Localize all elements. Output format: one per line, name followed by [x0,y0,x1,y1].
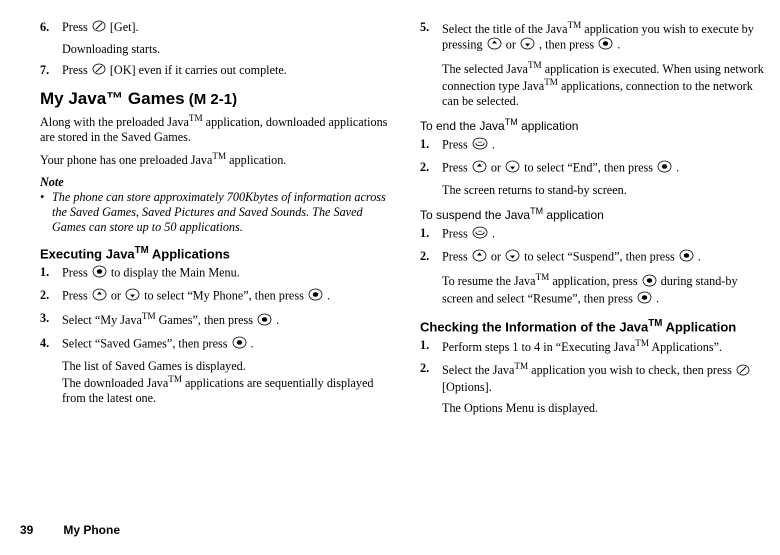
trademark: TM [505,117,518,127]
step-6: 6. Press [Get]. [40,20,390,36]
center-key-icon [637,291,652,308]
intro-paragraph: Along with the preloaded JavaTM applicat… [40,113,390,145]
suspend-step-2: 2. Press or to select “Suspend”, then pr… [420,249,770,266]
down-key-icon [125,288,140,305]
subsection-title: To suspend the JavaTM application [420,206,770,222]
trademark: TM [135,245,149,256]
step-text: Press [62,63,91,77]
note-body: • The phone can store approximately 700K… [40,190,390,235]
subsection-title: To end the JavaTM application [420,117,770,133]
up-key-icon [487,37,502,54]
subsection-title: Executing JavaTM Applications [40,245,390,261]
up-key-icon [472,160,487,177]
section-title: My Java™ Games (M 2-1) [40,89,390,109]
trademark: TM [212,151,226,161]
step-number: 5. [420,20,442,54]
check-step-1: 1. Perform steps 1 to 4 in “Executing Ja… [420,338,770,355]
softkey-right-icon [92,20,106,36]
softkey-right-icon [92,63,106,79]
step-subtext: The list of Saved Games is displayed. Th… [62,359,390,406]
up-key-icon [472,249,487,266]
trademark: TM [536,272,550,282]
trademark: ™ [106,89,123,108]
step-number: 2. [420,249,442,266]
step-number: 7. [40,63,62,79]
step-number: 3. [40,311,62,330]
center-key-icon [308,288,323,305]
center-key-icon [92,265,107,282]
menu-reference: (M 2-1) [185,91,238,108]
center-key-icon [598,37,613,54]
left-column: 6. Press [Get]. Downloading starts. 7. P… [40,20,390,412]
center-key-icon [657,160,672,177]
trademark: TM [635,338,649,348]
step-subtext: The screen returns to stand-by screen. [442,183,770,198]
trademark: TM [544,77,558,87]
trademark: TM [142,311,156,321]
step-7: 7. Press [OK] even if it carries out com… [40,63,390,79]
step-text: Press [62,20,91,34]
step-subtext: Downloading starts. [62,42,390,57]
center-key-icon [679,249,694,266]
trademark: TM [514,361,528,371]
up-key-icon [92,288,107,305]
page-footer: 39 My Phone [20,523,120,537]
exec-step-2: 2. Press or to select “My Phone”, then p… [40,288,390,305]
softkey-right-icon [736,364,750,380]
intro-paragraph: Your phone has one preloaded JavaTM appl… [40,151,390,168]
step-text: [Get]. [110,20,139,34]
right-column: 5. Select the title of the JavaTM applic… [420,20,770,422]
exec-step-3: 3. Select “My JavaTM Games”, then press … [40,311,390,330]
step-number: 1. [420,226,442,243]
step-number: 1. [420,137,442,154]
step-subtext: The Options Menu is displayed. [442,401,770,416]
step-subtext: The selected JavaTM application is execu… [442,60,770,109]
suspend-step-1: 1. Press . [420,226,770,243]
note-heading: Note [40,175,390,190]
end-step-1: 1. Press . [420,137,770,154]
step-number: 2. [420,361,442,394]
footer-section: My Phone [63,523,120,537]
step-number: 2. [40,288,62,305]
trademark: TM [530,206,543,216]
trademark: TM [189,113,203,123]
down-key-icon [520,37,535,54]
end-key-icon [472,137,488,154]
step-number: 2. [420,160,442,177]
check-step-2: 2. Select the JavaTM application you wis… [420,361,770,394]
step-number: 4. [40,336,62,353]
exec-step-1: 1. Press to display the Main Menu. [40,265,390,282]
end-step-2: 2. Press or to select “End”, then press … [420,160,770,177]
trademark: TM [528,60,542,70]
center-key-icon [232,336,247,353]
step-subtext: To resume the JavaTM application, press … [442,272,770,308]
step-number: 1. [420,338,442,355]
down-key-icon [505,249,520,266]
center-key-icon [257,313,272,330]
page-number: 39 [20,523,60,537]
end-key-icon [472,226,488,243]
step-text: [OK] even if it carries out complete. [110,63,287,77]
trademark: TM [648,318,662,329]
down-key-icon [505,160,520,177]
trademark: TM [568,20,582,30]
exec-step-5: 5. Select the title of the JavaTM applic… [420,20,770,54]
step-number: 6. [40,20,62,36]
step-number: 1. [40,265,62,282]
bullet-icon: • [40,190,52,235]
center-key-icon [642,274,657,291]
exec-step-4: 4. Select “Saved Games”, then press . [40,336,390,353]
trademark: TM [168,374,182,384]
subsection-title: Checking the Information of the JavaTM A… [420,318,770,334]
